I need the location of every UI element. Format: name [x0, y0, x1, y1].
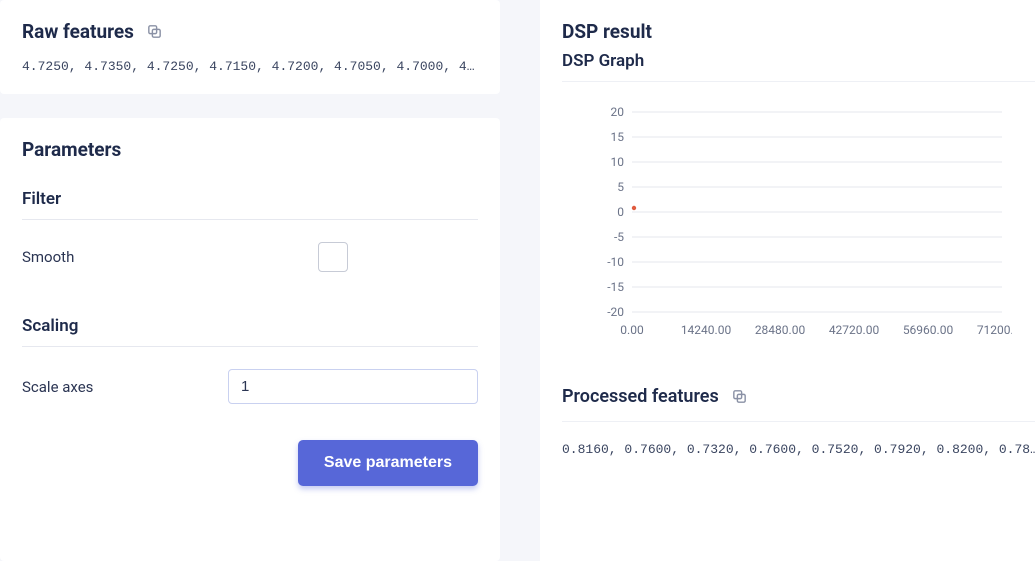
processed-features-title: Processed features — [562, 386, 1035, 422]
parameters-card: Parameters Filter Smooth Scaling Scale a… — [0, 118, 500, 561]
processed-features-title-text: Processed features — [562, 386, 719, 407]
svg-text:-20: -20 — [607, 305, 624, 319]
save-parameters-button[interactable]: Save parameters — [298, 440, 478, 486]
svg-text:-15: -15 — [607, 280, 624, 294]
raw-features-title-text: Raw features — [22, 20, 134, 43]
dsp-graph-title: DSP Graph — [562, 51, 1035, 82]
svg-text:10: 10 — [611, 155, 625, 169]
smooth-row: Smooth — [22, 220, 478, 294]
svg-text:71200.00: 71200.00 — [977, 323, 1012, 337]
raw-features-card: Raw features 4.7250, 4.7350, 4.7250, 4.7… — [0, 0, 500, 94]
parameters-title: Parameters — [22, 138, 478, 161]
svg-text:5: 5 — [617, 180, 624, 194]
smooth-checkbox[interactable] — [318, 242, 348, 272]
svg-text:0.00: 0.00 — [620, 323, 644, 337]
scale-axes-input[interactable] — [228, 369, 478, 404]
filter-section: Filter Smooth — [22, 177, 478, 294]
smooth-label: Smooth — [22, 248, 74, 266]
svg-text:15: 15 — [611, 130, 625, 144]
svg-text:14240.00: 14240.00 — [681, 323, 732, 337]
dsp-chart: 20 15 10 5 0 -5 -10 -15 -20 0.00 14240.00 28480.00 4… — [562, 96, 1035, 342]
copy-icon[interactable] — [731, 388, 748, 405]
copy-icon[interactable] — [146, 23, 163, 40]
scale-axes-row: Scale axes — [22, 347, 478, 426]
svg-text:42720.00: 42720.00 — [829, 323, 880, 337]
scale-axes-label: Scale axes — [22, 378, 93, 396]
parameters-title-text: Parameters — [22, 138, 121, 161]
scaling-section: Scaling Scale axes — [22, 304, 478, 426]
svg-text:20: 20 — [611, 105, 625, 119]
processed-features-values: 0.8160, 0.7600, 0.7320, 0.7600, 0.7520, … — [562, 442, 1035, 457]
svg-text:0: 0 — [617, 205, 624, 219]
scaling-heading: Scaling — [22, 304, 478, 347]
raw-features-values: 4.7250, 4.7350, 4.7250, 4.7150, 4.7200, … — [22, 59, 478, 74]
svg-text:56960.00: 56960.00 — [903, 323, 954, 337]
processed-features-block: Processed features 0.8160, 0.7600, 0.732… — [562, 386, 1035, 457]
parameters-actions: Save parameters — [22, 440, 478, 486]
dsp-result-card: DSP result DSP Graph 20 15 10 5 0 -5 -10 -15 -20… — [540, 0, 1035, 561]
filter-heading: Filter — [22, 177, 478, 220]
svg-text:-5: -5 — [614, 230, 624, 244]
dsp-result-title: DSP result — [562, 20, 1035, 43]
dsp-result-title-text: DSP result — [562, 20, 652, 43]
svg-text:-10: -10 — [607, 255, 624, 269]
dsp-chart-svg: 20 15 10 5 0 -5 -10 -15 -20 0.00 14240.00 28480.00 4… — [562, 102, 1012, 342]
svg-text:28480.00: 28480.00 — [755, 323, 806, 337]
raw-features-title: Raw features — [22, 20, 478, 43]
